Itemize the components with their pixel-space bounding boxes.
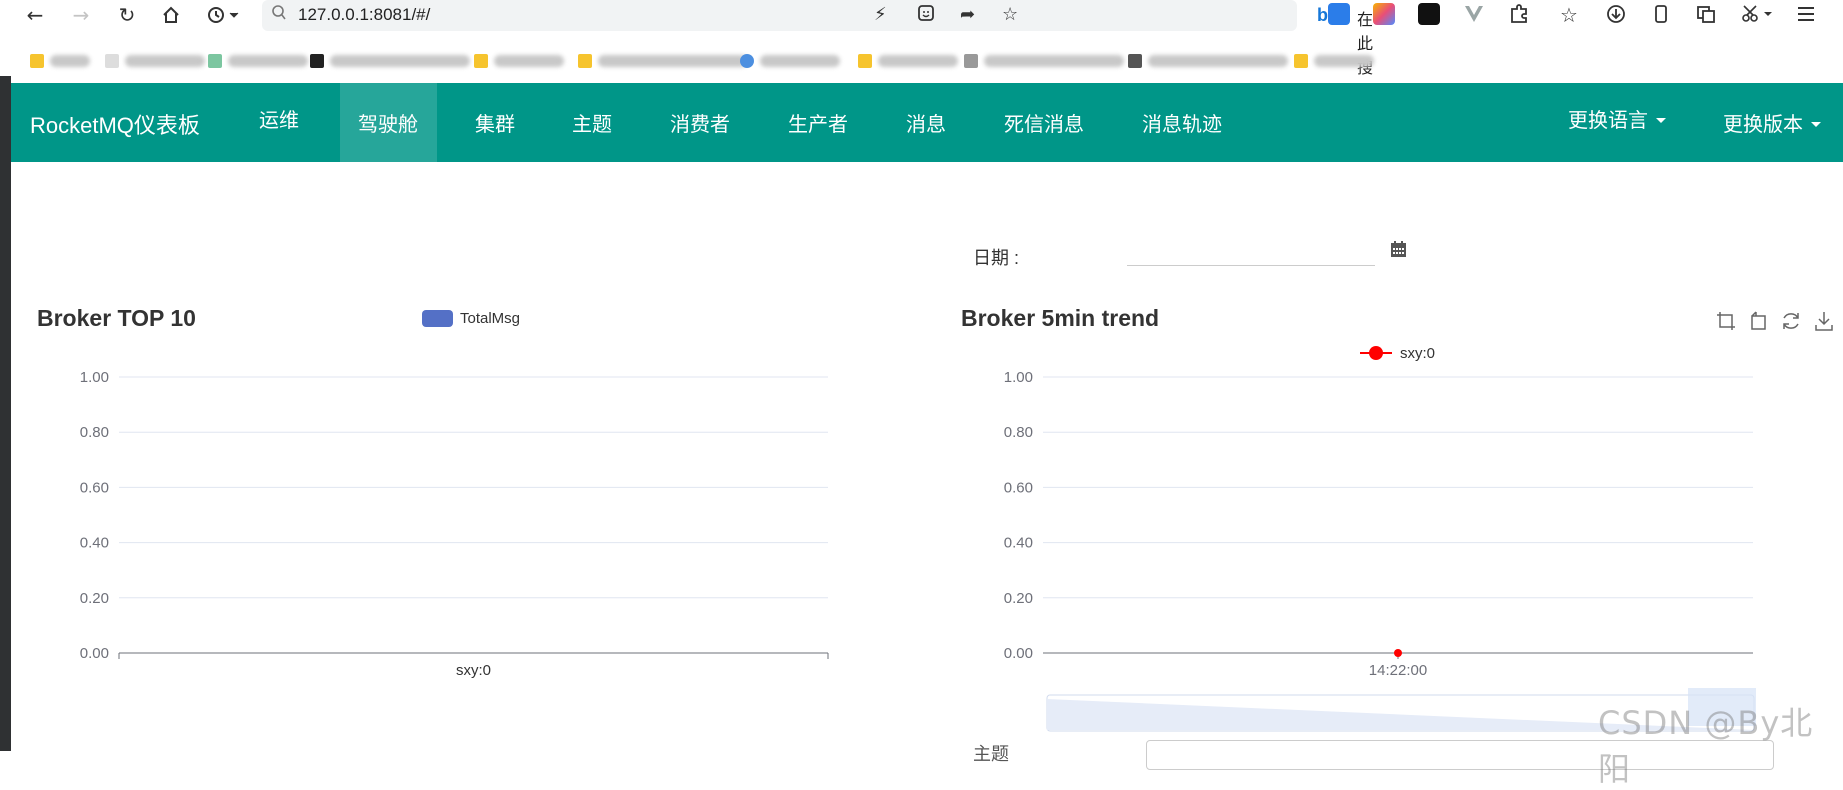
date-input[interactable] — [1127, 238, 1375, 266]
y-tick-label: 0.80 — [80, 424, 109, 441]
bookmark-item[interactable] — [208, 52, 308, 70]
url-text[interactable]: 127.0.0.1:8081/#/ — [298, 5, 430, 25]
y-tick-label: 0.00 — [80, 645, 109, 662]
topic-filter-label: 主题 — [973, 744, 1009, 764]
address-bar[interactable]: 127.0.0.1:8081/#/ ⚡ ➦ ☆ b ▼ 在此搜索 — [262, 0, 1373, 101]
download-icon[interactable] — [1605, 3, 1627, 25]
nav-item-producer[interactable]: 生产者 — [770, 83, 866, 162]
lightning-icon[interactable]: ⚡ — [874, 4, 887, 25]
legend-swatch — [422, 310, 453, 327]
bookmark-item[interactable] — [474, 52, 564, 70]
watermark-text: CSDN @By北阳 — [1598, 704, 1814, 788]
forward-icon[interactable]: → — [68, 2, 94, 28]
caret-down-icon — [1811, 121, 1821, 127]
y-tick-label: 1.00 — [80, 369, 109, 386]
bookmark-item[interactable] — [310, 52, 470, 70]
line-chart: 0.00 0.20 0.40 0.60 0.80 1.00 14:22:00 sxy:0 — [1004, 345, 1756, 732]
y-tick-label: 1.00 — [1004, 369, 1033, 386]
bookmark-item[interactable] — [578, 52, 748, 70]
window-edge — [0, 76, 11, 751]
y-tick-label: 0.80 — [1004, 424, 1033, 441]
star-icon[interactable]: ☆ — [1002, 4, 1018, 25]
bookmarks-bar — [0, 48, 1843, 76]
y-tick-label: 0.60 — [80, 479, 109, 496]
bar-chart: 0.00 0.20 0.40 0.60 0.80 1.00 sxy:0 TotalMsg — [80, 310, 829, 679]
share-icon[interactable]: ➦ — [960, 4, 975, 25]
bookmark-item[interactable] — [1294, 52, 1374, 70]
reader-icon[interactable] — [917, 4, 935, 27]
nav-item-message-trace[interactable]: 消息轨迹 — [1124, 83, 1240, 162]
legend-label: TotalMsg — [460, 310, 520, 327]
zoom-reset-icon[interactable] — [1747, 310, 1769, 332]
y-tick-label: 0.00 — [1004, 645, 1033, 662]
mobile-icon[interactable] — [1650, 3, 1672, 25]
translate-icon[interactable] — [1328, 3, 1350, 25]
home-icon[interactable] — [158, 2, 184, 28]
bookmark-item[interactable] — [858, 52, 958, 70]
y-tick-label: 0.20 — [1004, 590, 1033, 607]
x-tick-label: sxy:0 — [456, 662, 491, 679]
bookmark-item[interactable] — [1128, 52, 1288, 70]
brand-logo-text[interactable]: RocketMQ仪表板 — [30, 108, 200, 140]
main-navbar: RocketMQ仪表板 运维 驾驶舱 集群 主题 消费者 生产者 消息 死信消息… — [11, 83, 1843, 162]
change-version-label: 更换版本 — [1723, 114, 1803, 136]
reload-icon[interactable]: ↻ — [114, 2, 140, 28]
y-tick-label: 0.40 — [1004, 535, 1033, 552]
legend-label: sxy:0 — [1400, 345, 1435, 362]
zoom-icon[interactable] — [1715, 310, 1737, 332]
vue-devtools-icon[interactable] — [1463, 3, 1485, 25]
cut-icon[interactable] — [1740, 3, 1774, 25]
change-language-dropdown[interactable]: 更换语言 — [1550, 79, 1684, 158]
ai-assistant-icon[interactable] — [1373, 3, 1395, 25]
data-point — [1394, 649, 1402, 657]
nav-item-dlq-message[interactable]: 死信消息 — [986, 83, 1102, 162]
puzzle-icon[interactable] — [1508, 3, 1530, 25]
history-icon[interactable] — [205, 2, 241, 28]
extension-app-icon[interactable] — [1418, 3, 1440, 25]
legend-marker — [1369, 346, 1383, 360]
restore-icon[interactable] — [1780, 310, 1802, 332]
bookmark-item[interactable] — [105, 52, 205, 70]
nav-item-cluster[interactable]: 集群 — [457, 83, 533, 162]
nav-item-ops[interactable]: 运维 — [241, 79, 317, 158]
menu-icon[interactable] — [1795, 3, 1817, 25]
bookmark-item[interactable] — [964, 52, 1124, 70]
favorites-icon[interactable]: ☆ — [1560, 3, 1582, 27]
back-icon[interactable]: ← — [22, 2, 48, 28]
change-version-dropdown[interactable]: 更换版本 — [1705, 83, 1839, 162]
bookmark-item[interactable] — [30, 52, 90, 70]
calendar-icon[interactable] — [1390, 240, 1407, 258]
nav-item-message[interactable]: 消息 — [888, 83, 964, 162]
save-image-icon[interactable] — [1813, 310, 1835, 332]
nav-item-consumer[interactable]: 消费者 — [652, 83, 748, 162]
y-tick-label: 0.60 — [1004, 479, 1033, 496]
browser-toolbar: ← → ↻ 127.0.0.1:8081/#/ ⚡ ➦ ☆ b ▼ 在此搜索 ☆ — [0, 0, 1843, 101]
nav-item-topic[interactable]: 主题 — [554, 83, 630, 162]
tab-icon[interactable] — [1695, 3, 1717, 25]
date-label: 日期 : — [973, 248, 1020, 268]
x-tick-label: 14:22:00 — [1369, 662, 1427, 679]
search-icon — [272, 5, 286, 25]
y-tick-label: 0.20 — [80, 590, 109, 607]
y-tick-label: 0.40 — [80, 535, 109, 552]
change-language-label: 更换语言 — [1568, 110, 1648, 132]
nav-item-dashboard[interactable]: 驾驶舱 — [340, 83, 437, 162]
caret-down-icon — [1656, 117, 1666, 123]
bookmark-item[interactable] — [740, 52, 840, 70]
